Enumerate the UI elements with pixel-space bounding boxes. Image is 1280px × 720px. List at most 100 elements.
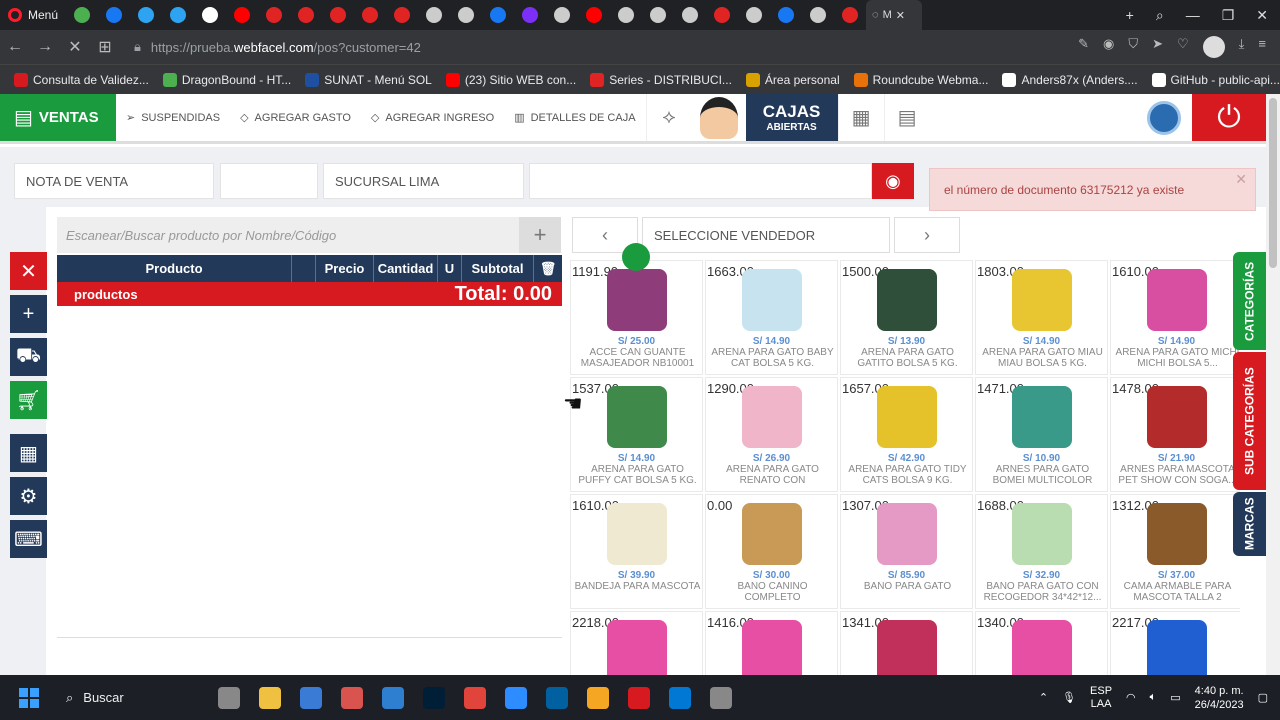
volume-icon[interactable]: 🔈︎ [1150,691,1157,704]
new-tab-icon[interactable]: + [1126,7,1134,24]
tab-favicon[interactable] [674,0,706,30]
bookmark-item[interactable]: (23) Sitio WEB con... [445,72,576,87]
chevron-up-icon[interactable]: ⌃ [1039,691,1048,704]
tab-active[interactable]: ◌ M ✕ [866,0,923,30]
taskbar-app[interactable] [454,675,495,720]
product-card[interactable]: 1290.00 S/ 26.90 ARENA PARA GATO RENATO CO… [705,377,838,492]
taskbar-app[interactable] [659,675,700,720]
tab-favicon[interactable] [258,0,290,30]
page-scrollbar[interactable] [1266,94,1280,675]
tab-favicon[interactable] [802,0,834,30]
close-alert-icon[interactable]: ✕ [1235,171,1247,188]
sucursal-select[interactable]: SUCURSAL LIMA [323,163,524,199]
product-card[interactable]: 1478.00 S/ 21.90 ARNES PARA MASCOTA PET SH… [1110,377,1240,492]
tab-favicon[interactable] [514,0,546,30]
stop-icon[interactable]: ✕ [60,37,90,57]
close-tab-icon[interactable]: ✕ [896,9,905,22]
product-card[interactable]: 1688.00 S/ 32.90 BAÑO PARA GATO CON RECOGE… [975,494,1108,609]
tab-favicon[interactable] [706,0,738,30]
product-card[interactable]: 1191.90 S/ 25.00 ACCE CAN GUANTE MASAJEADO… [570,260,703,375]
forward-icon[interactable]: → [30,38,60,56]
tab-favicon[interactable] [226,0,258,30]
document-icon[interactable]: ▤ [883,94,930,141]
taskbar-search[interactable]: ⌕ Buscar [58,682,208,714]
suspendidas-link[interactable]: ➢ SUSPENDIDAS [116,94,230,141]
tab-favicon[interactable] [162,0,194,30]
tab-favicon[interactable] [98,0,130,30]
heart-icon[interactable]: ♡ [1177,36,1189,58]
eye-icon[interactable]: ◉ [872,163,914,199]
product-card[interactable]: 1803.00 S/ 14.90 ARENA PARA GATO MIAU MIAU… [975,260,1108,375]
tab-favicon[interactable] [578,0,610,30]
taskbar-app[interactable] [413,675,454,720]
wifi-icon[interactable]: ◠ [1126,691,1136,704]
calculator-icon[interactable]: ▦ [837,94,884,141]
product-card[interactable]: 1307.00 S/ 85.90 BAÑO PARA GATO [840,494,973,609]
tab-favicon[interactable] [386,0,418,30]
search-tabs-icon[interactable]: ⌕ [1156,7,1164,24]
taskbar-app[interactable] [577,675,618,720]
close-window-icon[interactable]: ✕ [1256,7,1268,24]
category-tab[interactable]: MARCAS [1233,492,1266,556]
tab-favicon[interactable] [610,0,642,30]
tab-favicon[interactable] [738,0,770,30]
shield-icon[interactable]: ⛉ [1128,36,1138,58]
add-product-button[interactable]: + [519,217,561,253]
camera-icon[interactable]: ◉ [1103,36,1114,58]
battery-icon[interactable]: ▭ [1170,691,1180,704]
taskbar-app[interactable] [618,675,659,720]
bookmark-item[interactable]: Series - DISTRIBUCI... [590,72,732,87]
edit-icon[interactable]: ✎ [1078,36,1089,58]
url-field[interactable]: 🔒︎ https://prueba.webfacel.com/pos?custo… [134,39,421,55]
bookmark-item[interactable]: DragonBound - HT... [162,72,291,87]
start-button[interactable] [0,687,58,708]
product-card[interactable]: 1471.00 S/ 10.90 ARNES PARA GATO BOMEI MUL… [975,377,1108,492]
tab-favicon[interactable] [546,0,578,30]
customer-field[interactable] [529,163,872,199]
vendor-select[interactable]: SELECCIONE VENDEDOR [642,217,890,253]
notification-icon[interactable]: ▢ [1258,691,1268,704]
taskbar-app[interactable] [536,675,577,720]
bookmark-item[interactable]: Roundcube Webma... [853,72,988,87]
tab-favicon[interactable] [834,0,866,30]
ticket-icon[interactable]: ⟡ [645,94,692,141]
user-avatar[interactable] [692,94,746,141]
taskbar-app[interactable] [331,675,372,720]
clock[interactable]: 4:40 p. m. 26/4/2023 [1195,684,1244,712]
tab-favicon[interactable] [290,0,322,30]
keyboard-icon[interactable]: ⌨ [10,520,47,558]
language-indicator[interactable]: ESP LAA [1090,685,1112,711]
tab-favicon[interactable] [450,0,482,30]
product-card[interactable]: 0.00 S/ 30.00 BAÑO CANINO COMPLETO [705,494,838,609]
tab-favicon[interactable] [642,0,674,30]
taskbar-app[interactable] [208,675,249,720]
taskbar-app[interactable] [495,675,536,720]
taskbar-app[interactable] [290,675,331,720]
menu-icon[interactable]: ≡ [1258,36,1266,58]
taskbar-app[interactable] [249,675,290,720]
back-icon[interactable]: ← [0,38,30,56]
product-card[interactable]: 1537.00 S/ 14.90 ARENA PARA GATO PUFFY CAT… [570,377,703,492]
product-card[interactable]: 1610.00 S/ 14.90 ARENA PARA GATO MICHI MIC… [1110,260,1240,375]
send-icon[interactable]: ➤ [1152,36,1163,58]
ventas-button[interactable]: ▤ VENTAS [0,94,116,141]
close-icon[interactable]: ✕ [10,252,47,290]
product-card[interactable]: 1610.00 S/ 39.90 BANDEJA PARA MASCOTA [570,494,703,609]
bookmark-item[interactable]: GitHub - public-api... [1151,72,1280,87]
download-icon[interactable]: ⤓ [1239,36,1245,58]
bookmark-item[interactable]: Consulta de Validez... [14,72,149,87]
product-card[interactable]: 2218.00 [570,611,703,675]
tab-favicon[interactable] [322,0,354,30]
detalles-caja-link[interactable]: ▥ DETALLES DE CAJA [504,94,645,141]
tab-favicon[interactable] [66,0,98,30]
product-card[interactable]: 1340.00 [975,611,1108,675]
bookmark-item[interactable]: Anders87x (Anders.... [1002,72,1138,87]
profile-avatar[interactable] [1202,36,1225,58]
category-tab[interactable]: CATEGORÍAS [1233,252,1266,350]
category-tab[interactable]: SUB CATEGORÍAS [1233,352,1266,490]
next-page-button[interactable]: › [894,217,960,253]
product-search-input[interactable]: Escanear/Buscar producto por Nombre/Códi… [57,217,519,253]
add-icon[interactable]: + [10,295,47,333]
cajas-abiertas-button[interactable]: CAJAS ABIERTAS [745,94,838,141]
tab-menu[interactable]: Menú [0,0,66,30]
